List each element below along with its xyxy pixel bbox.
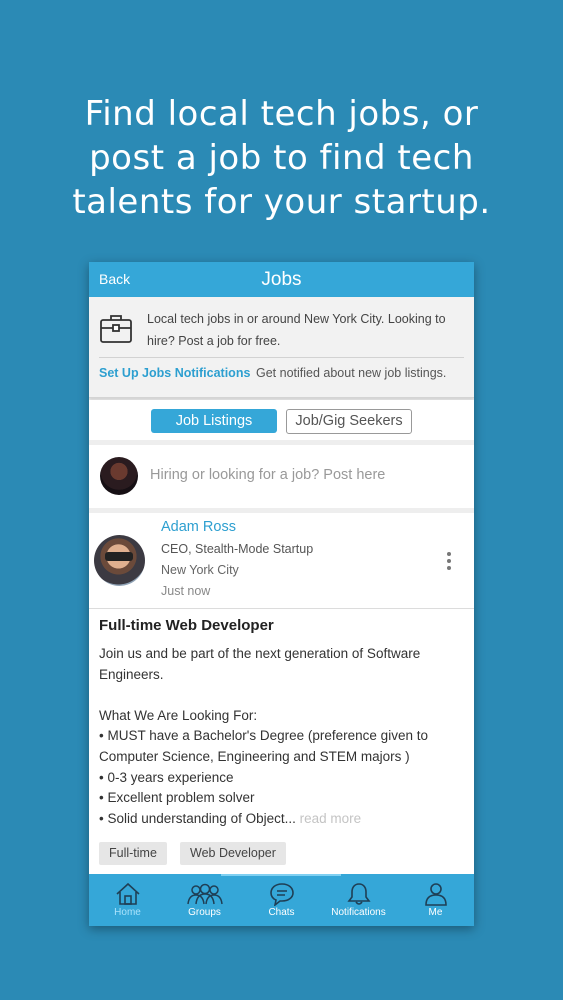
listing-tabs: Job Listings Job/Gig Seekers xyxy=(89,400,474,440)
nav-home[interactable]: Home xyxy=(89,874,166,926)
headline-line-2: post a job to find tech xyxy=(89,138,474,178)
job-description: Join us and be part of the next generati… xyxy=(99,644,467,829)
user-icon xyxy=(424,883,447,906)
author-name[interactable]: Adam Ross xyxy=(161,519,236,535)
tab-job-listings[interactable]: Job Listings xyxy=(151,409,277,433)
nav-me[interactable]: Me xyxy=(397,874,474,926)
job-description-line: What We Are Looking For: xyxy=(99,707,258,723)
bottom-nav: Home Groups Chats Notifications Me xyxy=(89,874,474,926)
nav-groups[interactable]: Groups xyxy=(166,874,243,926)
setup-notifications-link[interactable]: Set Up Jobs Notifications xyxy=(99,366,250,380)
author-avatar-detail xyxy=(105,552,133,561)
app-screen: Back Jobs Local tech jobs in or around N… xyxy=(89,262,474,926)
nav-groups-label: Groups xyxy=(188,907,221,918)
jobs-info-panel: Local tech jobs in or around New York Ci… xyxy=(89,297,474,398)
job-description-line: • Excellent problem solver xyxy=(99,790,255,806)
headline: Find local tech jobs, or post a job to f… xyxy=(0,92,563,224)
post-composer: Hiring or looking for a job? Post here xyxy=(89,445,474,508)
briefcase-icon xyxy=(100,315,132,343)
nav-notifications[interactable]: Notifications xyxy=(320,874,397,926)
nav-bar: Back Jobs xyxy=(89,262,474,297)
read-more-link[interactable]: read more xyxy=(300,811,362,826)
nav-chats[interactable]: Chats xyxy=(243,874,320,926)
tag-web-developer[interactable]: Web Developer xyxy=(180,842,286,865)
divider xyxy=(89,608,474,609)
avatar xyxy=(100,457,138,495)
headline-line-1: Find local tech jobs, or xyxy=(84,94,479,134)
post-input[interactable]: Hiring or looking for a job? Post here xyxy=(150,467,385,483)
nav-me-label: Me xyxy=(428,907,443,918)
jobs-description: Local tech jobs in or around New York Ci… xyxy=(147,312,446,348)
bell-icon xyxy=(346,883,371,905)
job-title[interactable]: Full-time Web Developer xyxy=(99,617,274,634)
divider xyxy=(99,357,464,358)
job-description-line: Engineers. xyxy=(99,666,164,682)
nav-home-label: Home xyxy=(114,907,141,918)
nav-notifications-label: Notifications xyxy=(331,907,386,918)
job-description-text: • Solid understanding of Object... xyxy=(99,810,296,826)
job-description-line: • Solid understanding of Object... read … xyxy=(99,809,467,830)
author-location: New York City xyxy=(161,563,239,577)
groups-icon xyxy=(186,883,223,905)
tag-full-time[interactable]: Full-time xyxy=(99,842,167,865)
tab-job-gig-seekers[interactable]: Job/Gig Seekers xyxy=(286,409,412,434)
nav-chats-label: Chats xyxy=(268,907,295,918)
notifications-hint: Get notified about new job listings. xyxy=(256,366,447,380)
home-icon xyxy=(115,882,140,905)
author-role: CEO, Stealth-Mode Startup xyxy=(161,542,314,556)
headline-line-3: talents for your startup. xyxy=(72,182,491,222)
chat-icon xyxy=(269,883,294,906)
job-description-line: Computer Science, Engineering and STEM m… xyxy=(99,748,410,764)
post-time: Just now xyxy=(161,584,211,598)
job-post: Adam Ross CEO, Stealth-Mode Startup New … xyxy=(89,513,474,875)
job-description-line: • 0-3 years experience xyxy=(99,769,234,785)
job-description-line: Join us and be part of the next generati… xyxy=(99,646,421,661)
more-options-icon[interactable] xyxy=(439,549,459,575)
job-description-line: • MUST have a Bachelor's Degree (prefere… xyxy=(99,728,428,744)
page-title: Jobs xyxy=(261,269,302,290)
